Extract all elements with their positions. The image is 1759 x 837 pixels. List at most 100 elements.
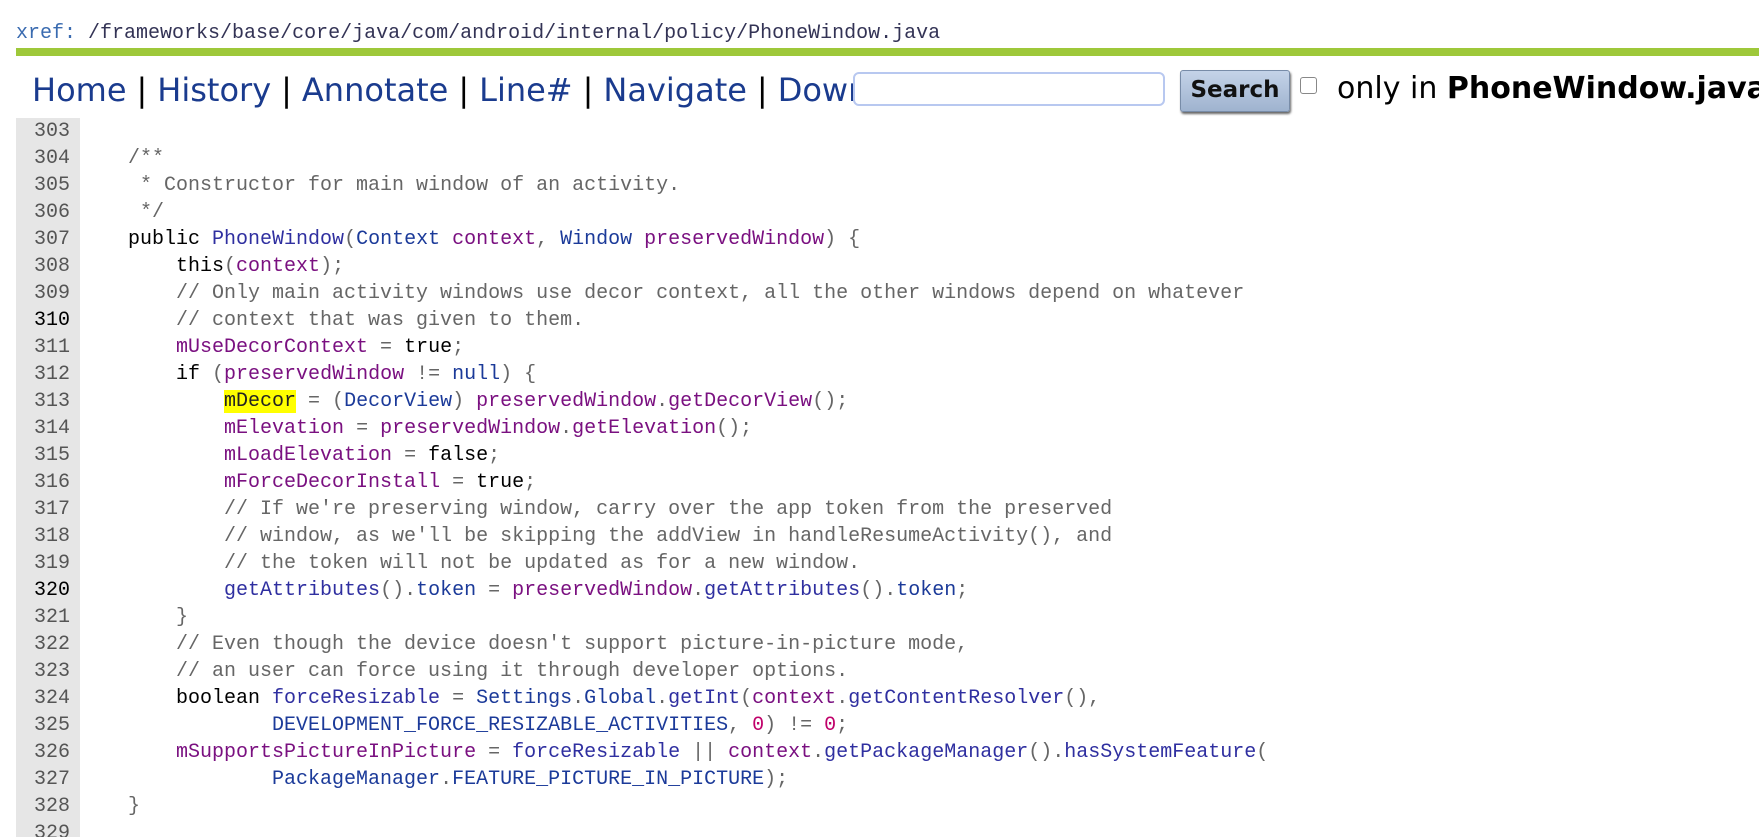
code-token[interactable]: DecorView — [344, 390, 452, 413]
code-token[interactable]: mElevation — [224, 417, 344, 440]
nav-line-numbers-link[interactable]: Line# — [479, 71, 573, 109]
code-token[interactable]: mForceDecorInstall — [224, 471, 440, 494]
code-token: ; — [836, 714, 849, 737]
code-token[interactable]: forceResizable — [272, 687, 440, 710]
nav-navigate-link[interactable]: Navigate — [603, 71, 747, 109]
code-token[interactable]: hasSystemFeature — [1064, 741, 1256, 764]
line-number[interactable]: 317 — [16, 496, 80, 523]
line-number[interactable]: 329 — [16, 820, 80, 837]
code-token[interactable]: context — [452, 228, 536, 251]
search-button[interactable]: Search — [1180, 70, 1290, 112]
line-number[interactable]: 304 — [16, 145, 80, 172]
code-token: 0 — [752, 714, 765, 737]
code-token[interactable]: mSupportsPictureInPicture — [176, 741, 476, 764]
code-token: . — [836, 687, 849, 710]
code-token[interactable]: mLoadElevation — [224, 444, 392, 467]
code-token: true — [404, 336, 453, 359]
line-number[interactable]: 311 — [16, 334, 80, 361]
code-token[interactable]: preservedWindow — [224, 363, 404, 386]
xref-path-link[interactable]: /frameworks/base/core/java/com/android/i… — [88, 22, 940, 45]
line-number[interactable]: 306 — [16, 199, 80, 226]
code-token[interactable]: forceResizable — [512, 741, 680, 764]
code-token[interactable]: Global — [584, 687, 656, 710]
code-token[interactable]: Window — [560, 228, 644, 251]
code-token[interactable]: Context — [356, 228, 452, 251]
line-number[interactable]: 307 — [16, 226, 80, 253]
code-token[interactable]: token — [416, 579, 476, 602]
line-number[interactable]: 328 — [16, 793, 80, 820]
code-token: true — [476, 471, 525, 494]
code-line: 326 mSupportsPictureInPicture = forceRes… — [16, 739, 1268, 766]
code-token[interactable]: context — [752, 687, 836, 710]
line-number[interactable]: 319 — [16, 550, 80, 577]
code-text: PackageManager.FEATURE_PICTURE_IN_PICTUR… — [80, 766, 788, 793]
code-token[interactable]: getDecorView — [668, 390, 812, 413]
code-token[interactable]: FEATURE_PICTURE_IN_PICTURE — [452, 768, 764, 791]
line-number[interactable]: 320 — [16, 577, 80, 604]
highlighted-symbol[interactable]: mDecor — [224, 390, 297, 413]
code-token: 0 — [824, 714, 837, 737]
code-token[interactable]: DEVELOPMENT_FORCE_RESIZABLE_ACTIVITIES — [272, 714, 728, 737]
code-token: (). — [380, 579, 417, 602]
code-line: 305 * Constructor for main window of an … — [16, 172, 680, 199]
code-text: // Only main activity windows use decor … — [80, 280, 1244, 307]
code-token: = — [476, 579, 513, 602]
code-text: mDecor = (DecorView) preservedWindow.get… — [80, 388, 848, 415]
code-token[interactable]: getContentResolver — [848, 687, 1064, 710]
line-number[interactable]: 321 — [16, 604, 80, 631]
code-text: */ — [80, 199, 164, 226]
line-number[interactable]: 309 — [16, 280, 80, 307]
nav-annotate-link[interactable]: Annotate — [302, 71, 448, 109]
code-text: // context that was given to them. — [80, 307, 584, 334]
line-number[interactable]: 327 — [16, 766, 80, 793]
line-number[interactable]: 313 — [16, 388, 80, 415]
code-token[interactable]: preservedWindow — [644, 228, 824, 251]
line-number[interactable]: 315 — [16, 442, 80, 469]
code-token: ) — [452, 390, 477, 413]
search-input[interactable] — [853, 72, 1165, 106]
line-number[interactable]: 318 — [16, 523, 80, 550]
line-number[interactable]: 323 — [16, 658, 80, 685]
line-number[interactable]: 312 — [16, 361, 80, 388]
code-token[interactable]: context — [728, 741, 812, 764]
code-token[interactable]: getInt — [668, 687, 740, 710]
nav-home-link[interactable]: Home — [32, 71, 127, 109]
line-number[interactable]: 303 — [16, 118, 80, 145]
code-token: . — [692, 579, 705, 602]
only-in-file-checkbox[interactable] — [1300, 77, 1317, 94]
code-token[interactable]: preservedWindow — [380, 417, 560, 440]
nav-history-link[interactable]: History — [157, 71, 271, 109]
code-token[interactable]: preservedWindow — [512, 579, 692, 602]
line-number[interactable]: 314 — [16, 415, 80, 442]
code-line: 325 DEVELOPMENT_FORCE_RESIZABLE_ACTIVITI… — [16, 712, 848, 739]
code-line: 316 mForceDecorInstall = true; — [16, 469, 536, 496]
code-token[interactable]: context — [236, 255, 320, 278]
line-number[interactable]: 322 — [16, 631, 80, 658]
line-number[interactable]: 305 — [16, 172, 80, 199]
code-token[interactable]: PackageManager — [272, 768, 440, 791]
code-token[interactable]: mUseDecorContext — [176, 336, 368, 359]
line-number[interactable]: 324 — [16, 685, 80, 712]
line-number[interactable]: 310 — [16, 307, 80, 334]
code-token[interactable]: preservedWindow — [476, 390, 656, 413]
line-number[interactable]: 316 — [16, 469, 80, 496]
code-token: . — [440, 768, 453, 791]
line-number[interactable]: 326 — [16, 739, 80, 766]
code-token[interactable]: getPackageManager — [824, 741, 1028, 764]
code-token[interactable]: getAttributes — [704, 579, 860, 602]
line-number[interactable]: 325 — [16, 712, 80, 739]
code-token[interactable]: token — [896, 579, 956, 602]
code-token[interactable]: getElevation — [572, 417, 716, 440]
code-token[interactable]: Settings — [476, 687, 572, 710]
line-number[interactable]: 308 — [16, 253, 80, 280]
code-token[interactable]: PhoneWindow — [212, 228, 344, 251]
code-token[interactable]: getAttributes — [224, 579, 380, 602]
code-text: boolean forceResizable = Settings.Global… — [80, 685, 1100, 712]
code-token[interactable]: null — [452, 363, 500, 386]
xref-breadcrumb: xref: /frameworks/base/core/java/com/and… — [16, 22, 940, 45]
